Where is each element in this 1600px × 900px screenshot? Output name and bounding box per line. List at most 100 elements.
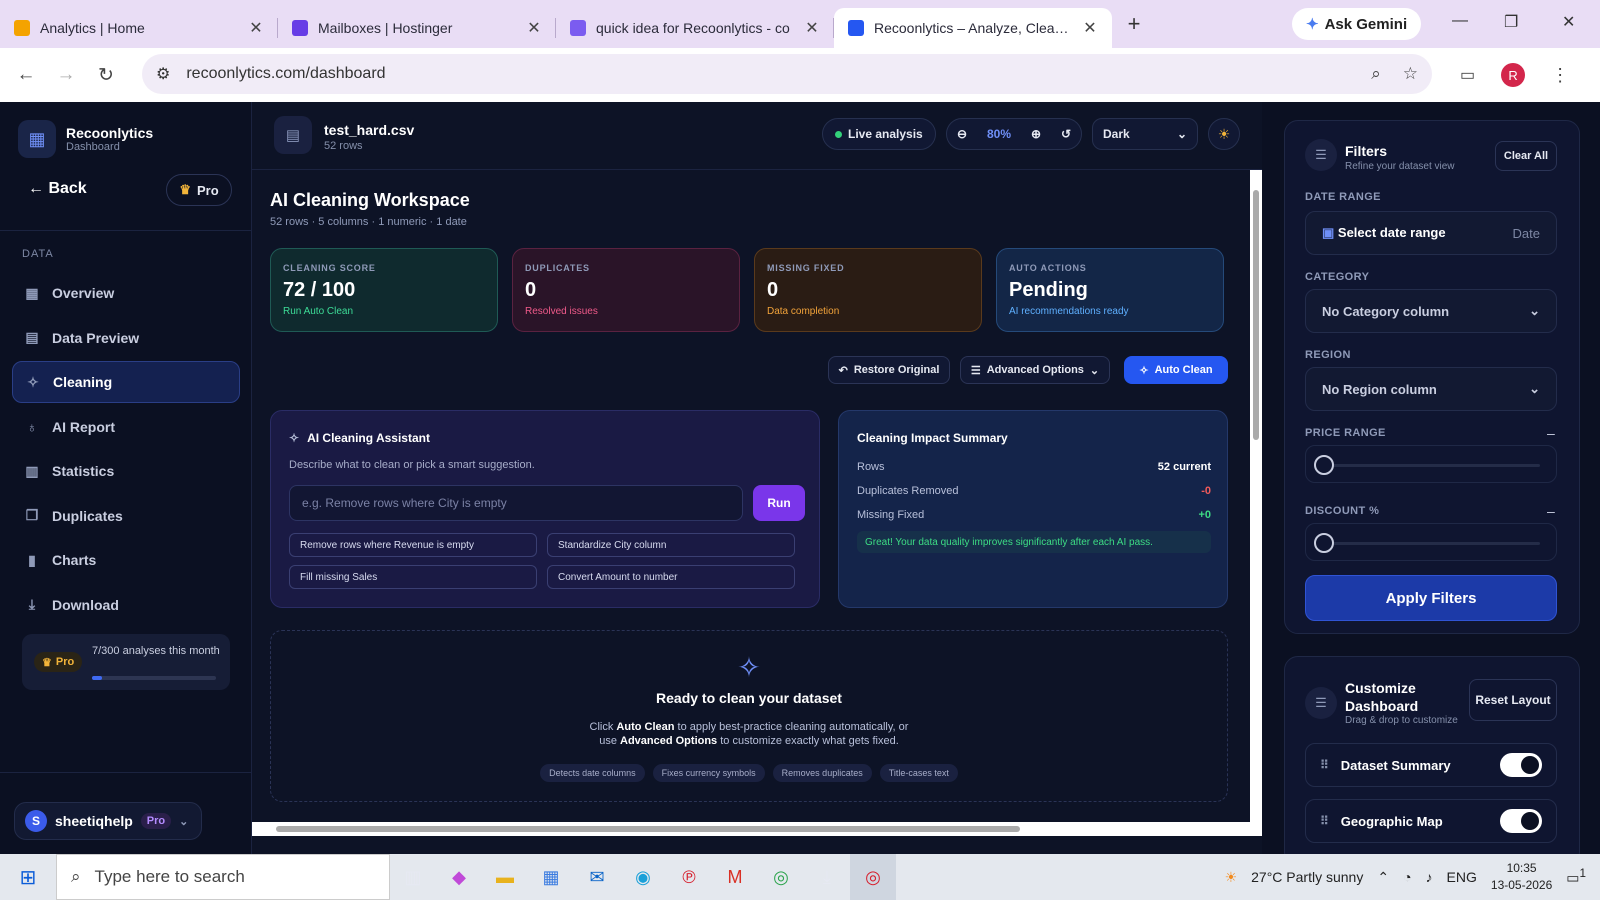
zoom-in-icon[interactable]: ⊕ [1031, 127, 1041, 141]
zoom-icon[interactable]: ⌕ [1371, 64, 1381, 84]
suggestion-chip[interactable]: Fill missing Sales [289, 565, 537, 589]
widget-toggle[interactable] [1500, 809, 1542, 833]
sidebar-item-duplicates[interactable]: ❐ Duplicates [12, 495, 240, 537]
forward-arrow-icon[interactable]: → [46, 64, 86, 86]
suggestion-chip[interactable]: Standardize City column [547, 533, 795, 557]
collapse-price-icon[interactable]: – [1547, 425, 1555, 441]
advanced-options-button[interactable]: ☰ Advanced Options ⌄ [960, 356, 1110, 384]
bookmark-star-icon[interactable]: ☆ [1403, 64, 1418, 84]
sidebar-item-ai-report[interactable]: ♁ AI Report [12, 406, 240, 448]
chrome-icon[interactable]: ◎ [758, 854, 804, 900]
clear-all-button[interactable]: Clear All [1495, 141, 1557, 171]
reset-zoom-icon[interactable]: ↺ [1061, 127, 1071, 141]
sidebar-item-statistics[interactable]: ▥ Statistics [12, 450, 240, 492]
slider-knob[interactable] [1314, 455, 1334, 475]
drag-handle-icon[interactable]: ⠿ [1320, 814, 1329, 828]
network-icon[interactable]: ◔ [1403, 869, 1411, 885]
drag-handle-icon[interactable]: ⠿ [1320, 758, 1329, 772]
sidebar-item-cleaning[interactable]: ✧ Cleaning [12, 361, 240, 403]
calendar-icon: ▣ [1322, 225, 1338, 240]
store-icon[interactable]: ▦ [528, 854, 574, 900]
slider-knob[interactable] [1314, 533, 1334, 553]
zoom-value: 80% [986, 127, 1011, 141]
site-settings-icon[interactable]: ⚙ [156, 64, 170, 84]
stat-value: 72 / 100 [283, 279, 356, 301]
chrome-profile-icon[interactable]: ◎ [850, 854, 896, 900]
chevron-down-icon: ⌄ [179, 815, 189, 828]
sun-icon[interactable]: ☀ [1208, 118, 1240, 150]
price-range-slider[interactable] [1305, 445, 1557, 483]
volume-icon[interactable]: ♪ [1426, 869, 1433, 885]
windows-start-icon[interactable]: ⊞ [0, 865, 56, 890]
date-range-picker[interactable]: ▣ Select date range Date [1305, 211, 1557, 255]
theme-select[interactable]: Dark ⌄ [1092, 118, 1198, 150]
back-arrow-icon[interactable]: ← [6, 64, 46, 86]
chevron-up-icon[interactable]: ⌃ [1377, 869, 1389, 886]
close-tab-icon[interactable]: ✕ [1082, 18, 1098, 38]
task-view-icon[interactable]: ▥ [390, 854, 436, 900]
address-bar: ← → ↻ ⚙ recoonlytics.com/dashboard ⌕ ☆ ▭… [0, 48, 1600, 102]
file-explorer-icon[interactable]: ▬ [482, 854, 528, 900]
language[interactable]: ENG [1447, 869, 1477, 885]
menu-kebab-icon[interactable]: ⋮ [1551, 65, 1569, 86]
url-field[interactable]: ⚙ recoonlytics.com/dashboard ⌕ ☆ [142, 54, 1432, 94]
apply-filters-button[interactable]: Apply Filters [1305, 575, 1557, 621]
close-tab-icon[interactable]: ✕ [248, 18, 264, 38]
restore-icon[interactable]: ❐ [1504, 12, 1518, 32]
category-select[interactable]: No Category column ⌄ [1305, 289, 1557, 333]
browser-tab[interactable]: quick idea for Recoonlytics - co ✕ [556, 8, 834, 48]
weather-text[interactable]: 27°C Partly sunny [1251, 869, 1363, 885]
stat-card: DUPLICATES 0 Resolved issues [512, 248, 740, 332]
clock[interactable]: 10:35 13-05-2026 [1491, 860, 1552, 894]
reset-layout-button[interactable]: Reset Layout [1469, 679, 1557, 721]
file-name: test_hard.csv [324, 122, 415, 138]
auto-clean-button[interactable]: ✧ Auto Clean [1124, 356, 1228, 384]
pinterest-icon[interactable]: ℗ [666, 854, 712, 900]
region-select[interactable]: No Region column ⌄ [1305, 367, 1557, 411]
collapse-discount-icon[interactable]: – [1547, 503, 1555, 519]
suggestion-chip[interactable]: Convert Amount to number [547, 565, 795, 589]
vertical-scrollbar[interactable] [1250, 170, 1262, 822]
profile-avatar[interactable]: R [1501, 63, 1526, 87]
restore-original-button[interactable]: ↶ Restore Original [828, 356, 950, 384]
gmail-icon[interactable]: M [712, 854, 758, 900]
back-link[interactable]: ← Back [28, 180, 87, 198]
new-tab-button[interactable]: + [1116, 11, 1152, 37]
live-analysis-toggle[interactable]: Live analysis [822, 118, 936, 150]
user-menu[interactable]: S sheetiqhelp Pro ⌄ [14, 802, 202, 840]
chevron-down-icon: ⌄ [1089, 364, 1100, 377]
pro-button[interactable]: ♛ Pro [166, 174, 232, 206]
impact-row-value: 52 current [1157, 461, 1211, 473]
copilot-icon[interactable]: ◆ [436, 854, 482, 900]
assistant-input[interactable]: e.g. Remove rows where City is empty [289, 485, 743, 521]
suggestion-chip[interactable]: Remove rows where Revenue is empty [289, 533, 537, 557]
close-tab-icon[interactable]: ✕ [526, 18, 542, 38]
browser-tab[interactable]: Analytics | Home ✕ [0, 8, 278, 48]
sidebar-item-data-preview[interactable]: ▤ Data Preview [12, 317, 240, 359]
cast-icon[interactable]: ▭ [1460, 65, 1475, 85]
notification-icon[interactable]: ▭1 [1566, 867, 1586, 887]
edge-icon[interactable]: ◉ [620, 854, 666, 900]
outlook-icon[interactable]: ✉ [574, 854, 620, 900]
widget-toggle[interactable] [1500, 753, 1542, 777]
minimize-icon[interactable]: — [1452, 12, 1468, 30]
downloads-icon[interactable]: ⤓ [804, 854, 850, 900]
sidebar-item-charts[interactable]: ▮ Charts [12, 539, 240, 581]
widget-name: Dataset Summary [1340, 757, 1451, 773]
zoom-out-icon[interactable]: ⊖ [957, 127, 967, 141]
page-title: AI Cleaning Workspace [270, 190, 470, 210]
close-window-icon[interactable]: ✕ [1562, 12, 1575, 32]
sidebar-item-overview[interactable]: ▦ Overview [12, 272, 240, 314]
close-tab-icon[interactable]: ✕ [804, 18, 820, 38]
reload-icon[interactable]: ↻ [86, 64, 126, 87]
run-button[interactable]: Run [753, 485, 805, 521]
taskbar-search[interactable]: ⌕ Type here to search [56, 854, 390, 900]
browser-tab[interactable]: Recoonlytics – Analyze, Clean & ✕ [834, 8, 1112, 48]
impact-title: Cleaning Impact Summary [857, 431, 1008, 445]
ask-gemini-button[interactable]: ✦ Ask Gemini [1292, 8, 1422, 40]
discount-slider[interactable] [1305, 523, 1557, 561]
browser-tab[interactable]: Mailboxes | Hostinger ✕ [278, 8, 556, 48]
horizontal-scrollbar[interactable] [252, 822, 1262, 836]
brand: ▦ Recoonlytics Dashboard [18, 120, 153, 158]
sidebar-item-download[interactable]: ⤓ Download [12, 584, 240, 626]
